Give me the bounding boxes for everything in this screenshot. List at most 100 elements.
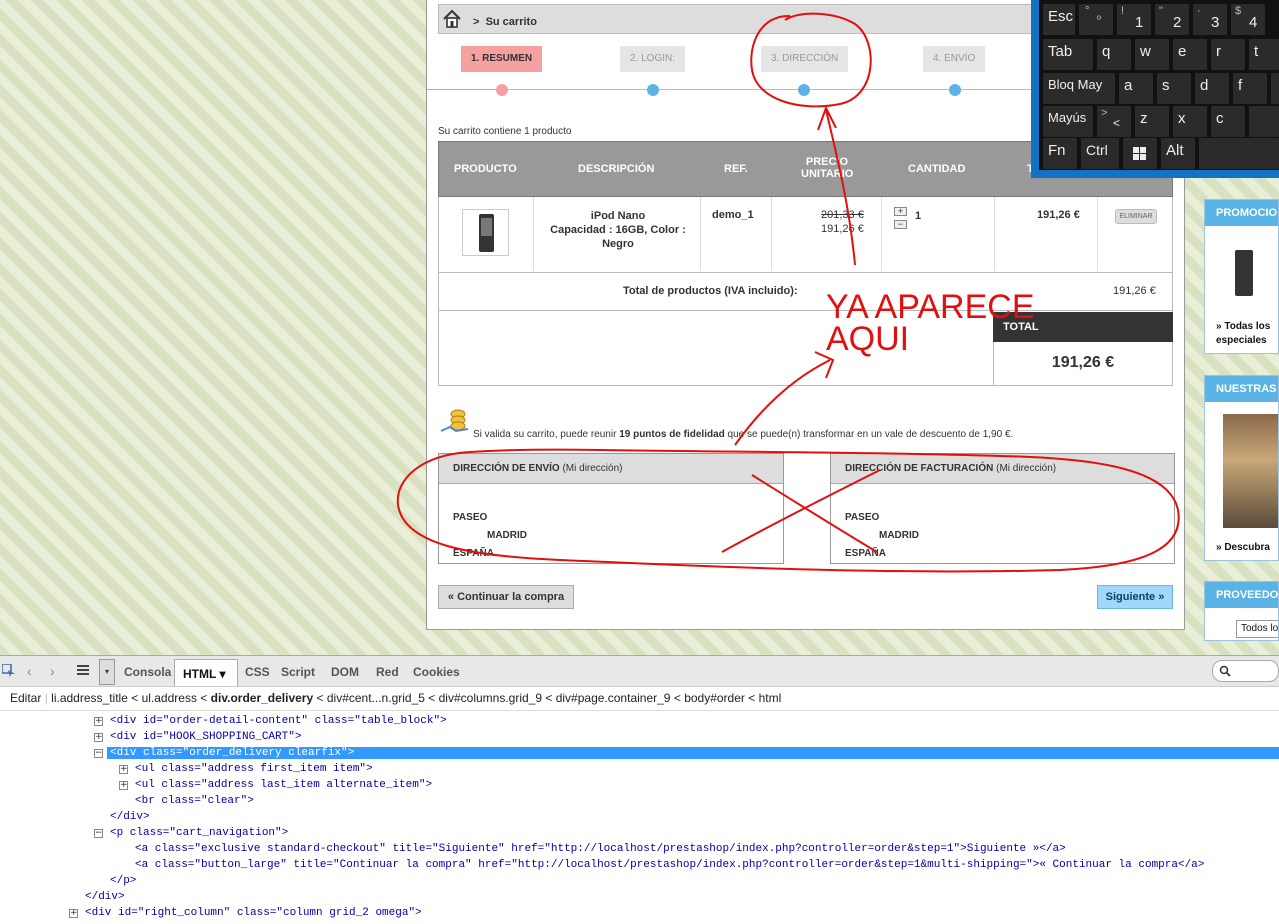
old-price: 201,33 € [821, 209, 864, 221]
code-line[interactable]: <ul class="address first_item item"> [135, 763, 373, 775]
key-r[interactable]: r [1211, 39, 1245, 70]
key-a[interactable]: a [1119, 73, 1153, 104]
code-line[interactable]: <a class="button_large" title="Continuar… [135, 859, 1279, 871]
qty-plus-button[interactable]: + [894, 207, 907, 216]
tab-css[interactable]: CSS [245, 665, 270, 679]
key-ctrl[interactable]: Ctrl [1081, 138, 1119, 169]
code-line[interactable]: <br class="clear"> [135, 795, 254, 807]
key-space[interactable] [1199, 138, 1279, 169]
code-line[interactable]: </div> [85, 891, 125, 903]
step-address[interactable]: 3. DIRECCIÓN [761, 46, 849, 72]
panel-list-icon[interactable] [77, 665, 89, 675]
key-f[interactable]: f [1233, 73, 1267, 104]
key-shift[interactable]: Mayús [1043, 106, 1093, 137]
html-tree: + <div id="order-detail-content" class="… [0, 711, 1279, 924]
step-dot-shipping [949, 84, 961, 96]
code-line[interactable]: <div id="HOOK_SHOPPING_CART"> [110, 731, 301, 743]
promo-link[interactable]: » Todas los [1216, 321, 1270, 332]
key-2[interactable]: " 2 [1155, 4, 1189, 35]
step-dot-summary [496, 84, 508, 96]
quantity-value[interactable]: 1 [915, 210, 921, 222]
stores-link[interactable]: » Descubra [1216, 542, 1270, 553]
expand-toggle[interactable]: + [94, 733, 103, 742]
key-v[interactable] [1249, 106, 1279, 137]
col-ref: REF. [724, 163, 748, 175]
key-t[interactable]: t [1249, 39, 1279, 70]
expand-toggle[interactable]: + [69, 909, 78, 918]
key-angle[interactable]: > < [1097, 106, 1131, 137]
edit-button[interactable]: Editar [10, 691, 41, 705]
step-dot-login [647, 84, 659, 96]
stores-title: NUESTRAS [1205, 376, 1278, 402]
code-line[interactable]: <p class="cart_navigation"> [110, 827, 288, 839]
store-image[interactable] [1223, 414, 1278, 528]
cart-row: iPod Nano Capacidad : 16GB, Color : Negr… [438, 197, 1173, 273]
key-esc[interactable]: Esc [1043, 4, 1075, 35]
col-unit-price: PRECIO UNITARIO [801, 156, 854, 180]
step-login[interactable]: 2. LOGIN: [620, 46, 686, 72]
tab-html[interactable]: HTML ▾ [174, 659, 238, 686]
tab-cookies[interactable]: Cookies [413, 665, 460, 679]
cart-summary-text: Su carrito contiene 1 producto [438, 126, 572, 137]
collapse-toggle[interactable]: − [94, 829, 103, 838]
key-g[interactable] [1271, 73, 1279, 104]
invoice-address: DIRECCIÓN DE FACTURACIÓN (Mi dirección) … [830, 453, 1175, 564]
key-ordinal[interactable]: ° º [1079, 4, 1113, 35]
qty-minus-button[interactable]: − [894, 220, 907, 229]
continue-shopping-button[interactable]: « Continuar la compra [438, 585, 574, 609]
col-quantity: CANTIDAD [908, 163, 966, 175]
code-line[interactable]: <div id="order-detail-content" class="ta… [110, 715, 447, 727]
key-z[interactable]: z [1135, 106, 1169, 137]
key-alt[interactable]: Alt [1161, 138, 1195, 169]
key-windows[interactable] [1123, 138, 1157, 169]
expand-toggle[interactable]: + [119, 765, 128, 774]
code-line-selected[interactable]: <div class="order_delivery clearfix"> [107, 747, 1279, 759]
steps-progress-line [427, 89, 1032, 90]
devtools-breadcrumb: Editar | li.address_title < ul.address <… [0, 687, 1279, 711]
total-products-row: Total de productos (IVA incluido): 191,2… [438, 273, 1173, 311]
key-d[interactable]: d [1195, 73, 1229, 104]
delete-button[interactable]: ELIMINAR [1115, 209, 1157, 224]
code-line[interactable]: <a class="exclusive standard-checkout" t… [135, 843, 1279, 855]
key-1[interactable]: ! 1 [1117, 4, 1151, 35]
panel-menu-icon[interactable]: ▾ [99, 659, 115, 685]
tab-console[interactable]: Consola [124, 665, 171, 679]
expand-toggle[interactable]: + [119, 781, 128, 790]
key-c[interactable]: c [1211, 106, 1245, 137]
key-4[interactable]: $4 [1231, 4, 1265, 35]
home-icon[interactable] [442, 8, 462, 30]
tab-script[interactable]: Script [281, 665, 315, 679]
key-e[interactable]: e [1173, 39, 1207, 70]
key-q[interactable]: q [1097, 39, 1131, 70]
key-x[interactable]: x [1173, 106, 1207, 137]
product-name[interactable]: iPod Nano [591, 210, 645, 222]
next-button[interactable]: Siguiente » [1097, 585, 1173, 609]
key-s[interactable]: s [1157, 73, 1191, 104]
promotions-block: PROMOCIO » Todas los especiales [1204, 199, 1279, 354]
key-caps-lock[interactable]: Bloq May [1043, 73, 1115, 104]
code-line[interactable]: <ul class="address last_item alternate_i… [135, 779, 432, 791]
collapse-toggle[interactable]: − [94, 749, 103, 758]
tab-dom[interactable]: DOM [331, 665, 359, 679]
key-fn[interactable]: Fn [1043, 138, 1077, 169]
code-line[interactable]: </p> [110, 875, 136, 887]
total-value: 191,26 € [1051, 354, 1115, 371]
code-line[interactable]: </div> [110, 811, 150, 823]
key-3[interactable]: · 3 [1193, 4, 1227, 35]
devtools-search-input[interactable] [1212, 660, 1279, 682]
step-summary[interactable]: 1. RESUMEN [461, 46, 543, 72]
expand-toggle[interactable]: + [94, 717, 103, 726]
forward-icon[interactable]: › [50, 663, 55, 679]
tab-net[interactable]: Red [376, 665, 399, 679]
key-tab[interactable]: Tab [1043, 39, 1093, 70]
code-line[interactable]: <div id="right_column" class="column gri… [85, 907, 422, 919]
promo-product-image[interactable] [1235, 250, 1253, 296]
on-screen-keyboard: Esc ° º ! 1 " 2 · 3 $4 Tab q w e r t Bloq Ma… [1031, 0, 1279, 178]
total-products-value: 191,26 € [1113, 285, 1156, 297]
product-thumbnail[interactable] [462, 209, 509, 256]
key-w[interactable]: w [1135, 39, 1169, 70]
suppliers-select[interactable]: Todos lo [1236, 620, 1278, 638]
step-shipping[interactable]: 4. ENVÍO [923, 46, 986, 72]
back-icon[interactable]: ‹ [27, 663, 32, 679]
inspect-icon[interactable] [2, 664, 16, 678]
